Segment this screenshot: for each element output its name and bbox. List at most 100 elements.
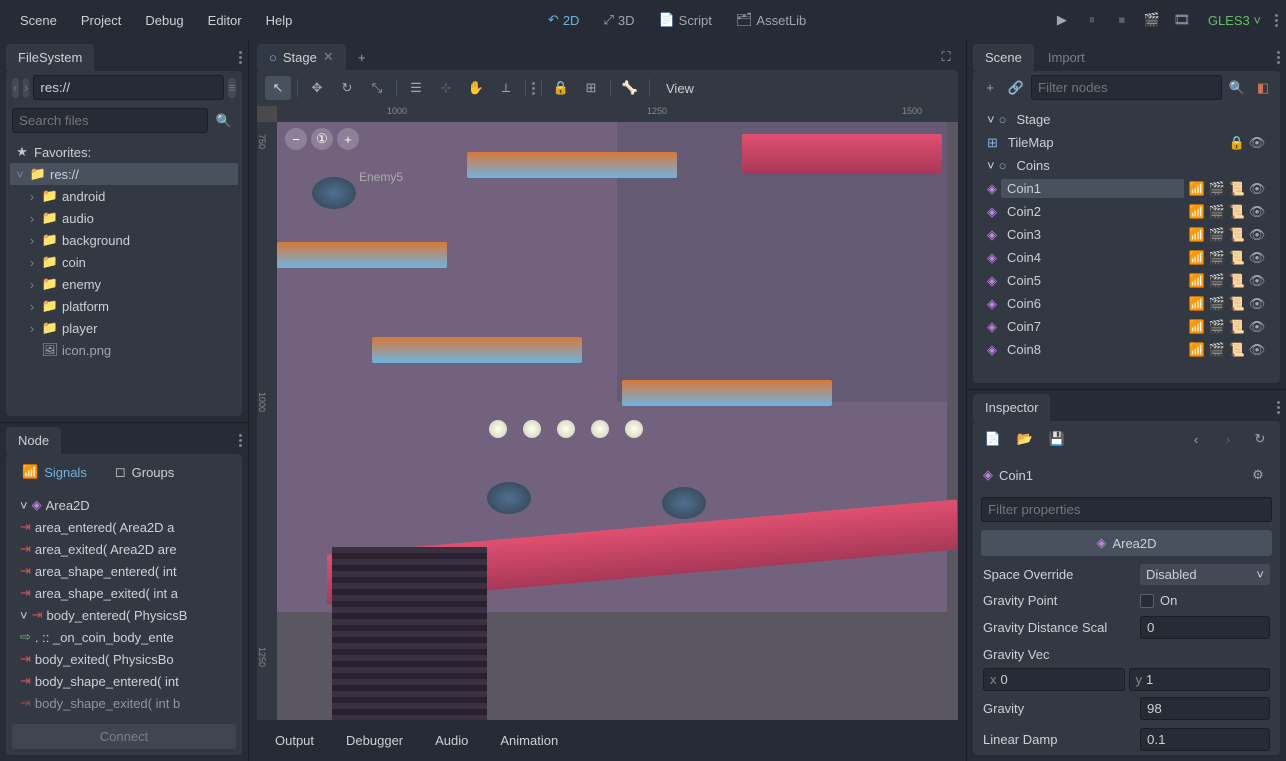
folder-platform[interactable]: ›📁platform: [10, 295, 238, 317]
folder-background[interactable]: ›📁background: [10, 229, 238, 251]
script-icon[interactable]: 📜: [1228, 181, 1246, 197]
canvas[interactable]: Enemy5: [277, 122, 958, 720]
history-forward-button[interactable]: ›: [1216, 427, 1240, 451]
ruler-tool[interactable]: ⟂: [493, 76, 519, 100]
scene-node-coin6[interactable]: ◈Coin6📶🎬📜👁: [983, 292, 1270, 315]
scale-tool[interactable]: ⤡: [364, 76, 390, 100]
inspector-menu-icon[interactable]: [1277, 401, 1280, 414]
scene-node-coin5[interactable]: ◈Coin5📶🎬📜👁: [983, 269, 1270, 292]
save-resource-button[interactable]: 💾: [1045, 427, 1069, 451]
scene-node-coin2[interactable]: ◈Coin2📶🎬📜👁: [983, 200, 1270, 223]
scene-node-coin7[interactable]: ◈Coin7📶🎬📜👁: [983, 315, 1270, 338]
rotate-tool[interactable]: ↻: [334, 76, 360, 100]
play-button[interactable]: ▶: [1050, 8, 1074, 32]
gravity-distance-input[interactable]: [1140, 616, 1270, 639]
menu-editor[interactable]: Editor: [196, 7, 254, 34]
folder-coin[interactable]: ›📁coin: [10, 251, 238, 273]
scene-filter-input[interactable]: [1031, 75, 1222, 100]
platform-sprite[interactable]: [622, 380, 832, 406]
scene-node-coin3[interactable]: ◈Coin3📶🎬📜👁: [983, 223, 1270, 246]
visibility-icon[interactable]: 👁: [1248, 135, 1266, 151]
properties-button[interactable]: ⚙: [1246, 463, 1270, 487]
coin-sprite[interactable]: [489, 420, 507, 438]
search-icon[interactable]: 🔍: [212, 109, 236, 133]
2d-viewport[interactable]: 1000 1250 1500 750 1000 1250 Enemy5: [257, 106, 958, 720]
pause-button[interactable]: ⏸: [1080, 8, 1104, 32]
signal-connection[interactable]: ⇨. :: _on_coin_body_ente: [16, 626, 232, 648]
signal-indicator-icon[interactable]: 📶: [1188, 250, 1206, 266]
signal-indicator-icon[interactable]: 📶: [1188, 204, 1206, 220]
visibility-icon[interactable]: 👁: [1248, 342, 1266, 358]
scene-icon[interactable]: 🎬: [1208, 273, 1226, 289]
terrain-sprite[interactable]: [332, 547, 487, 720]
mode-script-button[interactable]: 📄 Script: [648, 6, 721, 34]
file-icon-png[interactable]: 🖼icon.png: [10, 339, 238, 361]
scene-icon[interactable]: 🎬: [1208, 250, 1226, 266]
output-tab[interactable]: Output: [261, 728, 328, 753]
scene-node-coin1[interactable]: ◈Coin1📶🎬📜👁: [983, 177, 1270, 200]
inspector-tab[interactable]: Inspector: [973, 394, 1050, 421]
platform-sprite[interactable]: [277, 242, 447, 268]
visibility-icon[interactable]: 👁: [1248, 273, 1266, 289]
new-resource-button[interactable]: 📄: [981, 427, 1005, 451]
scene-node-coin8[interactable]: ◈Coin8📶🎬📜👁: [983, 338, 1270, 361]
signals-tab[interactable]: 📶Signals: [14, 460, 95, 484]
mode-2d-button[interactable]: ↶ 2D: [538, 6, 590, 34]
signal-root[interactable]: ˅◈Area2D: [16, 494, 232, 516]
zoom-reset-button[interactable]: ①: [311, 128, 333, 150]
more-icon[interactable]: [1275, 14, 1278, 27]
platform-sprite[interactable]: [467, 152, 677, 178]
coin-sprite[interactable]: [523, 420, 541, 438]
folder-enemy[interactable]: ›📁enemy: [10, 273, 238, 295]
nav-back-button[interactable]: ‹: [12, 78, 19, 98]
space-override-select[interactable]: Disabled˅: [1140, 564, 1270, 585]
script-icon[interactable]: 📜: [1228, 319, 1246, 335]
zoom-out-button[interactable]: −: [285, 128, 307, 150]
lock-tool[interactable]: 🔒: [548, 76, 574, 100]
menu-debug[interactable]: Debug: [133, 7, 195, 34]
folder-android[interactable]: ›📁android: [10, 185, 238, 207]
scene-menu-icon[interactable]: [1277, 51, 1280, 64]
zoom-in-button[interactable]: +: [337, 128, 359, 150]
filesystem-tab[interactable]: FileSystem: [6, 44, 94, 71]
signal-item[interactable]: ⇥area_exited( Area2D are: [16, 538, 232, 560]
select-tool[interactable]: ↖: [265, 76, 291, 100]
open-resource-button[interactable]: 📂: [1013, 427, 1037, 451]
property-filter-input[interactable]: [981, 497, 1272, 522]
coin-sprite[interactable]: [625, 420, 643, 438]
groups-tab[interactable]: ◻Groups: [107, 460, 182, 484]
history-button[interactable]: ↻: [1248, 427, 1272, 451]
add-tab-button[interactable]: +: [350, 45, 374, 69]
scene-icon[interactable]: 🎬: [1208, 319, 1226, 335]
favorites-item[interactable]: ★Favorites:: [10, 141, 238, 163]
connect-button[interactable]: Connect: [12, 724, 236, 749]
scene-icon[interactable]: 🎬: [1208, 296, 1226, 312]
signal-indicator-icon[interactable]: 📶: [1188, 342, 1206, 358]
renderer-select[interactable]: GLES3 ˅: [1200, 9, 1269, 32]
scene-icon[interactable]: 🎬: [1208, 227, 1226, 243]
type-header[interactable]: ◈Area2D: [981, 530, 1272, 556]
gravity-point-checkbox[interactable]: On: [1140, 593, 1270, 608]
view-menu[interactable]: View: [656, 77, 704, 100]
enemy-sprite[interactable]: [312, 177, 356, 209]
play-scene-button[interactable]: 🎬: [1140, 8, 1164, 32]
pan-tool[interactable]: ✋: [463, 76, 489, 100]
visibility-icon[interactable]: 👁: [1248, 319, 1266, 335]
script-icon[interactable]: 📜: [1228, 204, 1246, 220]
scene-extra-button[interactable]: ◧: [1252, 76, 1274, 100]
scene-node-tilemap[interactable]: ⊞TileMap🔒👁: [983, 131, 1270, 154]
audio-tab[interactable]: Audio: [421, 728, 482, 753]
signal-item[interactable]: ⇥body_shape_exited( int b: [16, 692, 232, 714]
play-custom-button[interactable]: 🎞: [1170, 8, 1194, 32]
script-icon[interactable]: 📜: [1228, 296, 1246, 312]
scene-icon[interactable]: 🎬: [1208, 181, 1226, 197]
close-tab-icon[interactable]: ✕: [323, 49, 334, 65]
scene-icon[interactable]: 🎬: [1208, 204, 1226, 220]
scene-tab[interactable]: ○ Stage ✕: [257, 44, 346, 70]
mode-assetlib-button[interactable]: 🗂 AssetLib: [726, 6, 816, 34]
scene-dock-tab[interactable]: Scene: [973, 44, 1034, 71]
script-icon[interactable]: 📜: [1228, 273, 1246, 289]
signal-item[interactable]: ⇥area_entered( Area2D a: [16, 516, 232, 538]
instance-button[interactable]: 🔗: [1005, 76, 1027, 100]
linear-damp-input[interactable]: [1140, 728, 1270, 751]
